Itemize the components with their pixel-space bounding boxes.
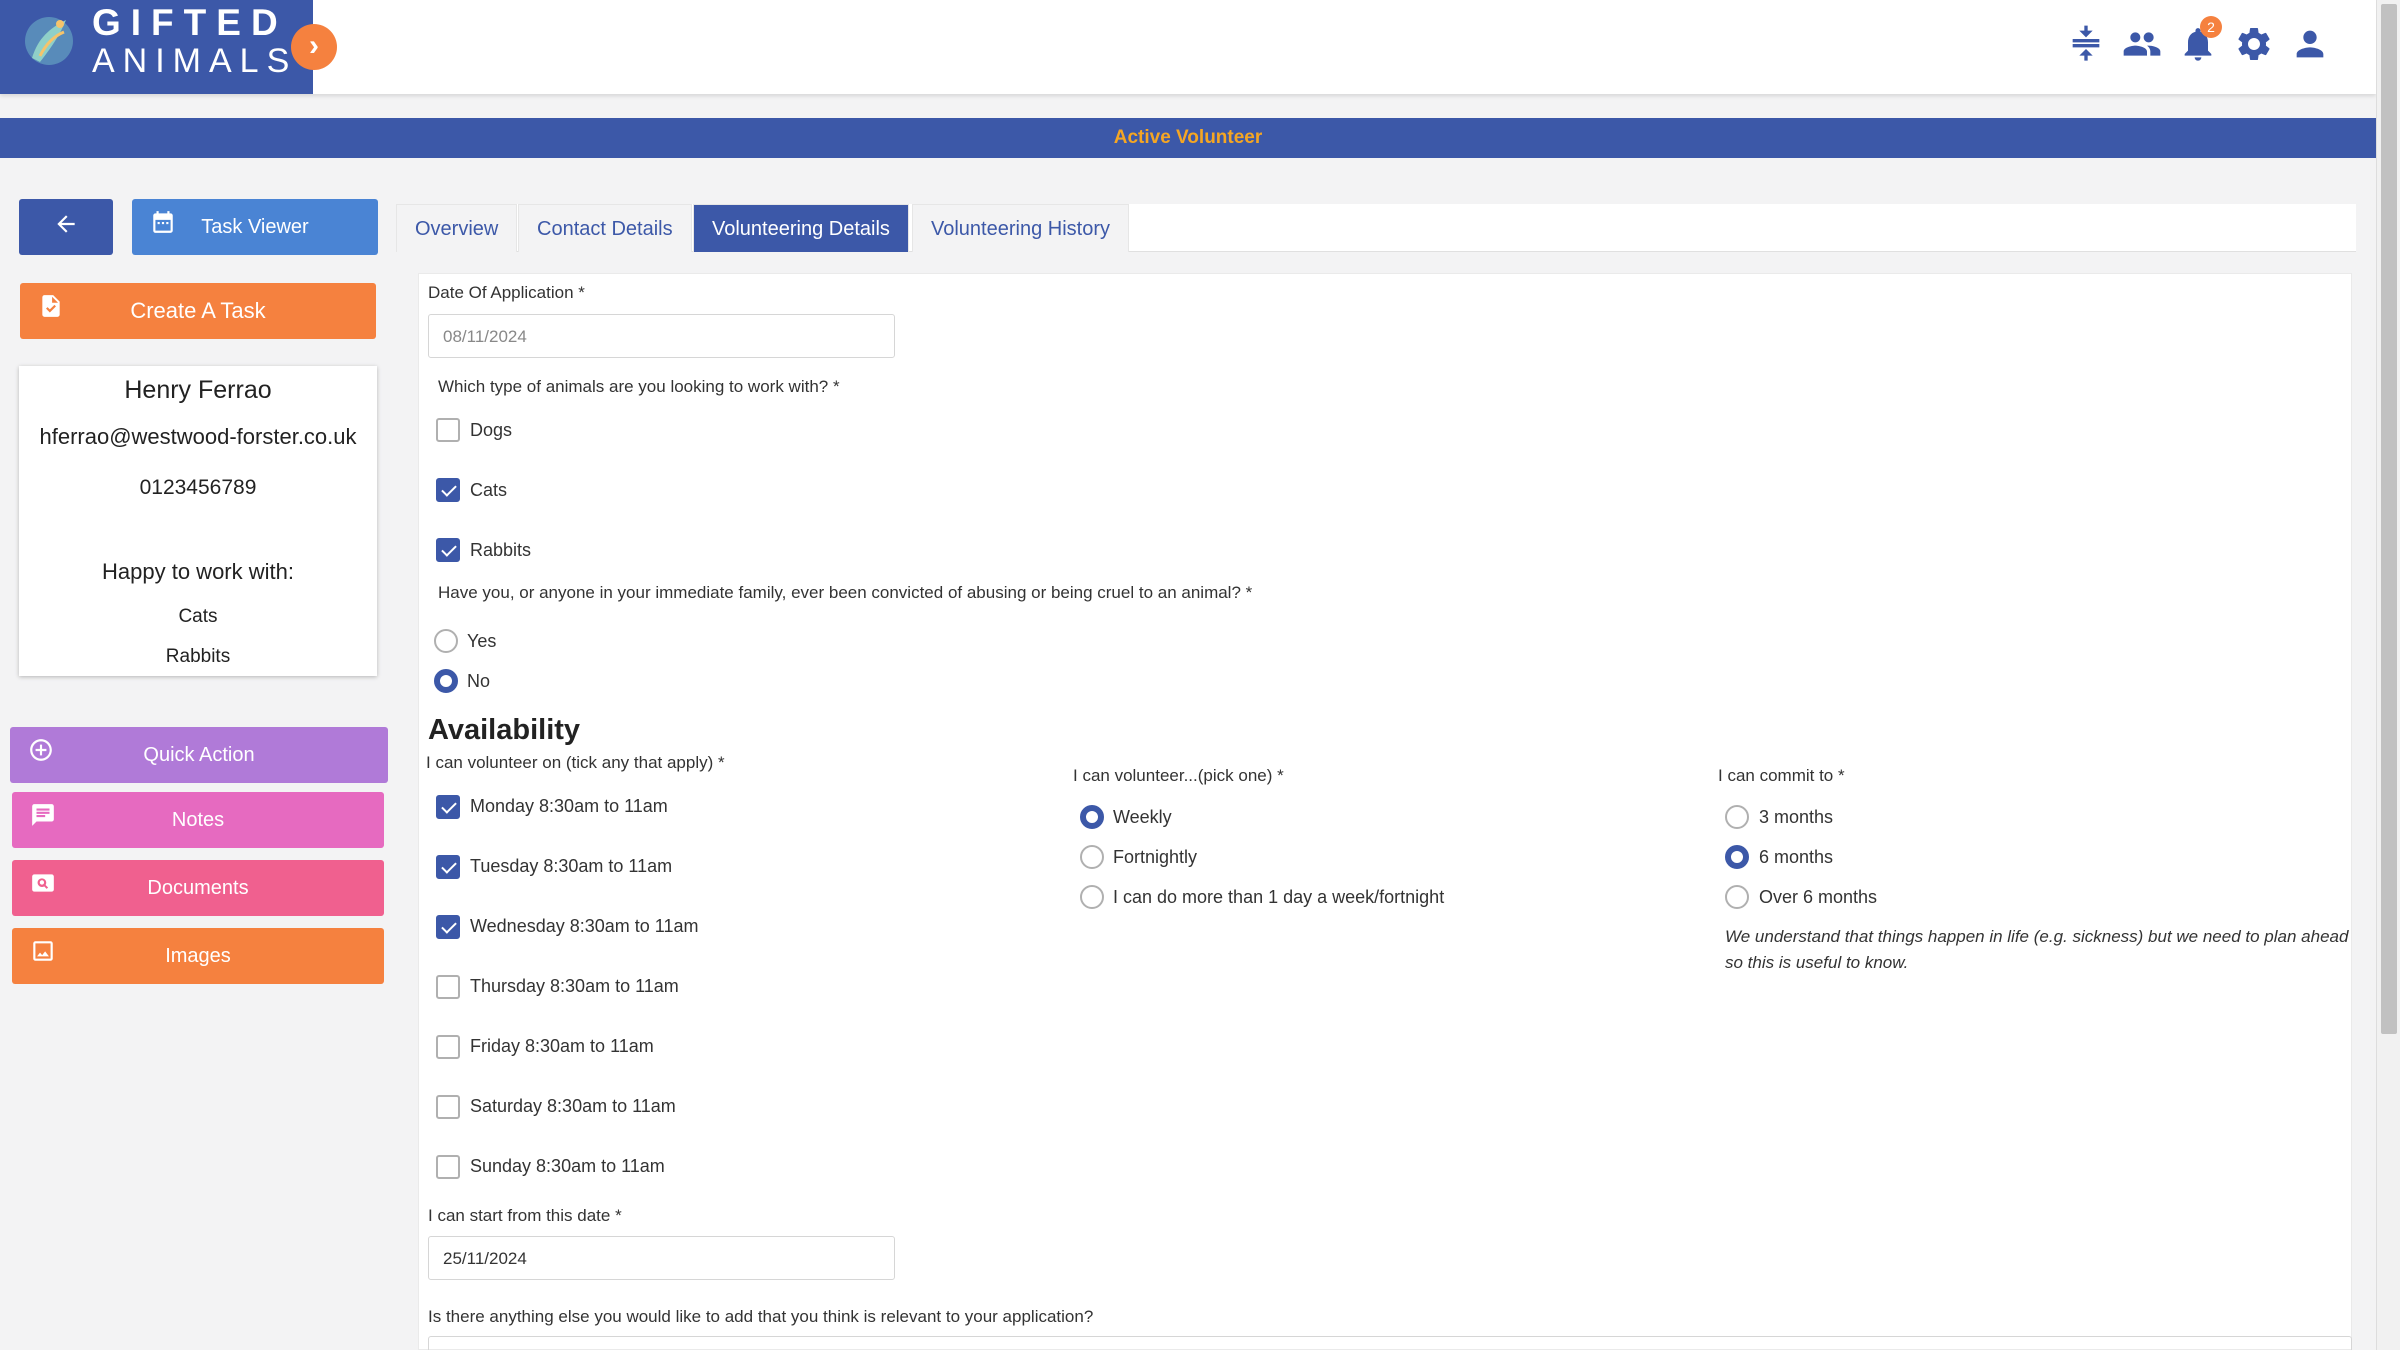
notes-button[interactable]: Notes xyxy=(12,792,384,848)
preferred-animal: Cats xyxy=(178,606,218,627)
collapse-vertical-icon[interactable] xyxy=(2066,24,2106,68)
notes-label: Notes xyxy=(171,808,225,831)
create-task-button[interactable]: Create A Task xyxy=(20,283,376,339)
radio-yes[interactable] xyxy=(434,629,458,653)
notification-count-badge: 2 xyxy=(2200,16,2222,38)
brand-line2: ANIMALS xyxy=(92,42,298,80)
option-label: Fortnightly xyxy=(1113,847,1198,867)
volunteer-phone: 0123456789 xyxy=(139,476,257,499)
checkbox-tuesday[interactable] xyxy=(436,855,460,879)
task-viewer-label: Task Viewer xyxy=(201,215,309,238)
volunteer-name: Henry Ferrao xyxy=(124,376,272,404)
option-label: Weekly xyxy=(1113,807,1172,827)
option-label: Friday 8:30am to 11am xyxy=(470,1036,654,1056)
volunteer-profile-card: Henry Ferrao hferrao@westwood-forster.co… xyxy=(19,366,377,676)
quick-action-label: Quick Action xyxy=(143,743,255,766)
task-viewer-button[interactable]: Task Viewer xyxy=(132,199,378,255)
volunteering-details-form: Date Of Application * 08/11/2024 Which t… xyxy=(418,273,2352,1350)
option-label: Wednesday 8:30am to 11am xyxy=(470,916,699,936)
option-label: 3 months xyxy=(1759,807,1834,827)
preferred-animal: Rabbits xyxy=(165,646,231,667)
checkbox-dogs[interactable] xyxy=(436,418,460,442)
checkbox-sunday[interactable] xyxy=(436,1155,460,1179)
radio-over-6-months[interactable] xyxy=(1725,885,1749,909)
checkbox-monday[interactable] xyxy=(436,795,460,819)
page-scrollbar[interactable] xyxy=(2376,0,2400,1350)
status-banner: Active Volunteer xyxy=(0,118,2376,158)
back-button[interactable] xyxy=(19,199,113,255)
option-label: Yes xyxy=(467,631,497,651)
additional-info-textarea[interactable] xyxy=(428,1336,2352,1350)
option-label: Dogs xyxy=(470,420,513,440)
checkbox-rabbits[interactable] xyxy=(436,538,460,562)
scrollbar-thumb[interactable] xyxy=(2381,4,2397,1034)
commit-label: I can commit to * xyxy=(1718,766,1845,785)
tab-overview[interactable]: Overview xyxy=(396,204,518,252)
radio-no[interactable] xyxy=(434,669,458,693)
option-label: Monday 8:30am to 11am xyxy=(470,796,668,816)
tab-contact-details[interactable]: Contact Details xyxy=(518,204,692,252)
people-icon[interactable] xyxy=(2122,24,2162,68)
option-label: Rabbits xyxy=(470,540,532,560)
option-label: No xyxy=(467,671,491,691)
user-account-icon[interactable] xyxy=(2290,24,2330,68)
option-label: Thursday 8:30am to 11am xyxy=(470,976,679,996)
checkbox-thursday[interactable] xyxy=(436,975,460,999)
option-label: Saturday 8:30am to 11am xyxy=(470,1096,676,1116)
radio-3-months[interactable] xyxy=(1725,805,1749,829)
arrow-left-icon xyxy=(53,211,79,244)
gear-icon[interactable] xyxy=(2234,24,2274,68)
days-label: I can volunteer on (tick any that apply)… xyxy=(426,753,725,772)
radio-weekly[interactable] xyxy=(1080,805,1104,829)
quick-action-button[interactable]: Quick Action xyxy=(10,727,388,783)
checkbox-friday[interactable] xyxy=(436,1035,460,1059)
image-icon xyxy=(30,938,56,964)
brand-logo[interactable]: GIFTED ANIMALS xyxy=(0,0,313,94)
radio-6-months[interactable] xyxy=(1725,845,1749,869)
checkbox-wednesday[interactable] xyxy=(436,915,460,939)
documents-button[interactable]: Documents xyxy=(12,860,384,916)
start-date-label: I can start from this date * xyxy=(428,1206,622,1225)
images-button[interactable]: Images xyxy=(12,928,384,984)
images-label: Images xyxy=(165,944,231,967)
add-circle-icon xyxy=(28,737,54,763)
logo-mark-icon xyxy=(20,8,78,74)
option-label: Tuesday 8:30am to 11am xyxy=(470,856,673,876)
top-header: GIFTED ANIMALS › 2 xyxy=(0,0,2376,94)
option-label: Cats xyxy=(470,480,508,500)
start-date-input[interactable]: 25/11/2024 xyxy=(428,1236,895,1280)
bell-icon[interactable]: 2 xyxy=(2178,16,2222,68)
radio-more-than-one-day[interactable] xyxy=(1080,885,1104,909)
document-search-icon xyxy=(30,870,56,896)
documents-label: Documents xyxy=(147,876,249,899)
availability-heading: Availability xyxy=(428,714,581,746)
checkbox-cats[interactable] xyxy=(436,478,460,502)
task-document-icon xyxy=(38,293,64,319)
date-of-application-input[interactable]: 08/11/2024 xyxy=(428,314,895,358)
tab-volunteering-history[interactable]: Volunteering History xyxy=(912,204,1129,252)
additional-info-question: Is there anything else you would like to… xyxy=(428,1307,1094,1326)
animals-question: Which type of animals are you looking to… xyxy=(438,377,840,396)
option-label: Over 6 months xyxy=(1759,887,1878,907)
option-label: 6 months xyxy=(1759,847,1834,867)
checkbox-saturday[interactable] xyxy=(436,1095,460,1119)
brand-line1: GIFTED xyxy=(92,2,288,43)
expand-menu-button[interactable]: › xyxy=(291,24,337,70)
notes-icon xyxy=(30,802,56,828)
header-icons: 2 xyxy=(2066,16,2330,68)
tab-volunteering-details[interactable]: Volunteering Details xyxy=(693,204,909,252)
option-label: Sunday 8:30am to 11am xyxy=(470,1156,665,1176)
radio-fortnightly[interactable] xyxy=(1080,845,1104,869)
frequency-label: I can volunteer...(pick one) * xyxy=(1073,766,1284,785)
tab-bar: Overview Contact Details Volunteering De… xyxy=(396,204,2356,252)
volunteer-email: hferrao@westwood-forster.co.uk xyxy=(39,424,357,449)
option-label: I can do more than 1 day a week/fortnigh… xyxy=(1113,887,1445,907)
date-of-application-label: Date Of Application * xyxy=(428,283,585,302)
create-task-label: Create A Task xyxy=(130,298,266,323)
commit-note: We understand that things happen in life… xyxy=(1725,927,2349,972)
conviction-question: Have you, or anyone in your immediate fa… xyxy=(438,583,1253,602)
happy-to-work-with-label: Happy to work with: xyxy=(102,559,294,584)
calendar-icon xyxy=(150,209,176,235)
